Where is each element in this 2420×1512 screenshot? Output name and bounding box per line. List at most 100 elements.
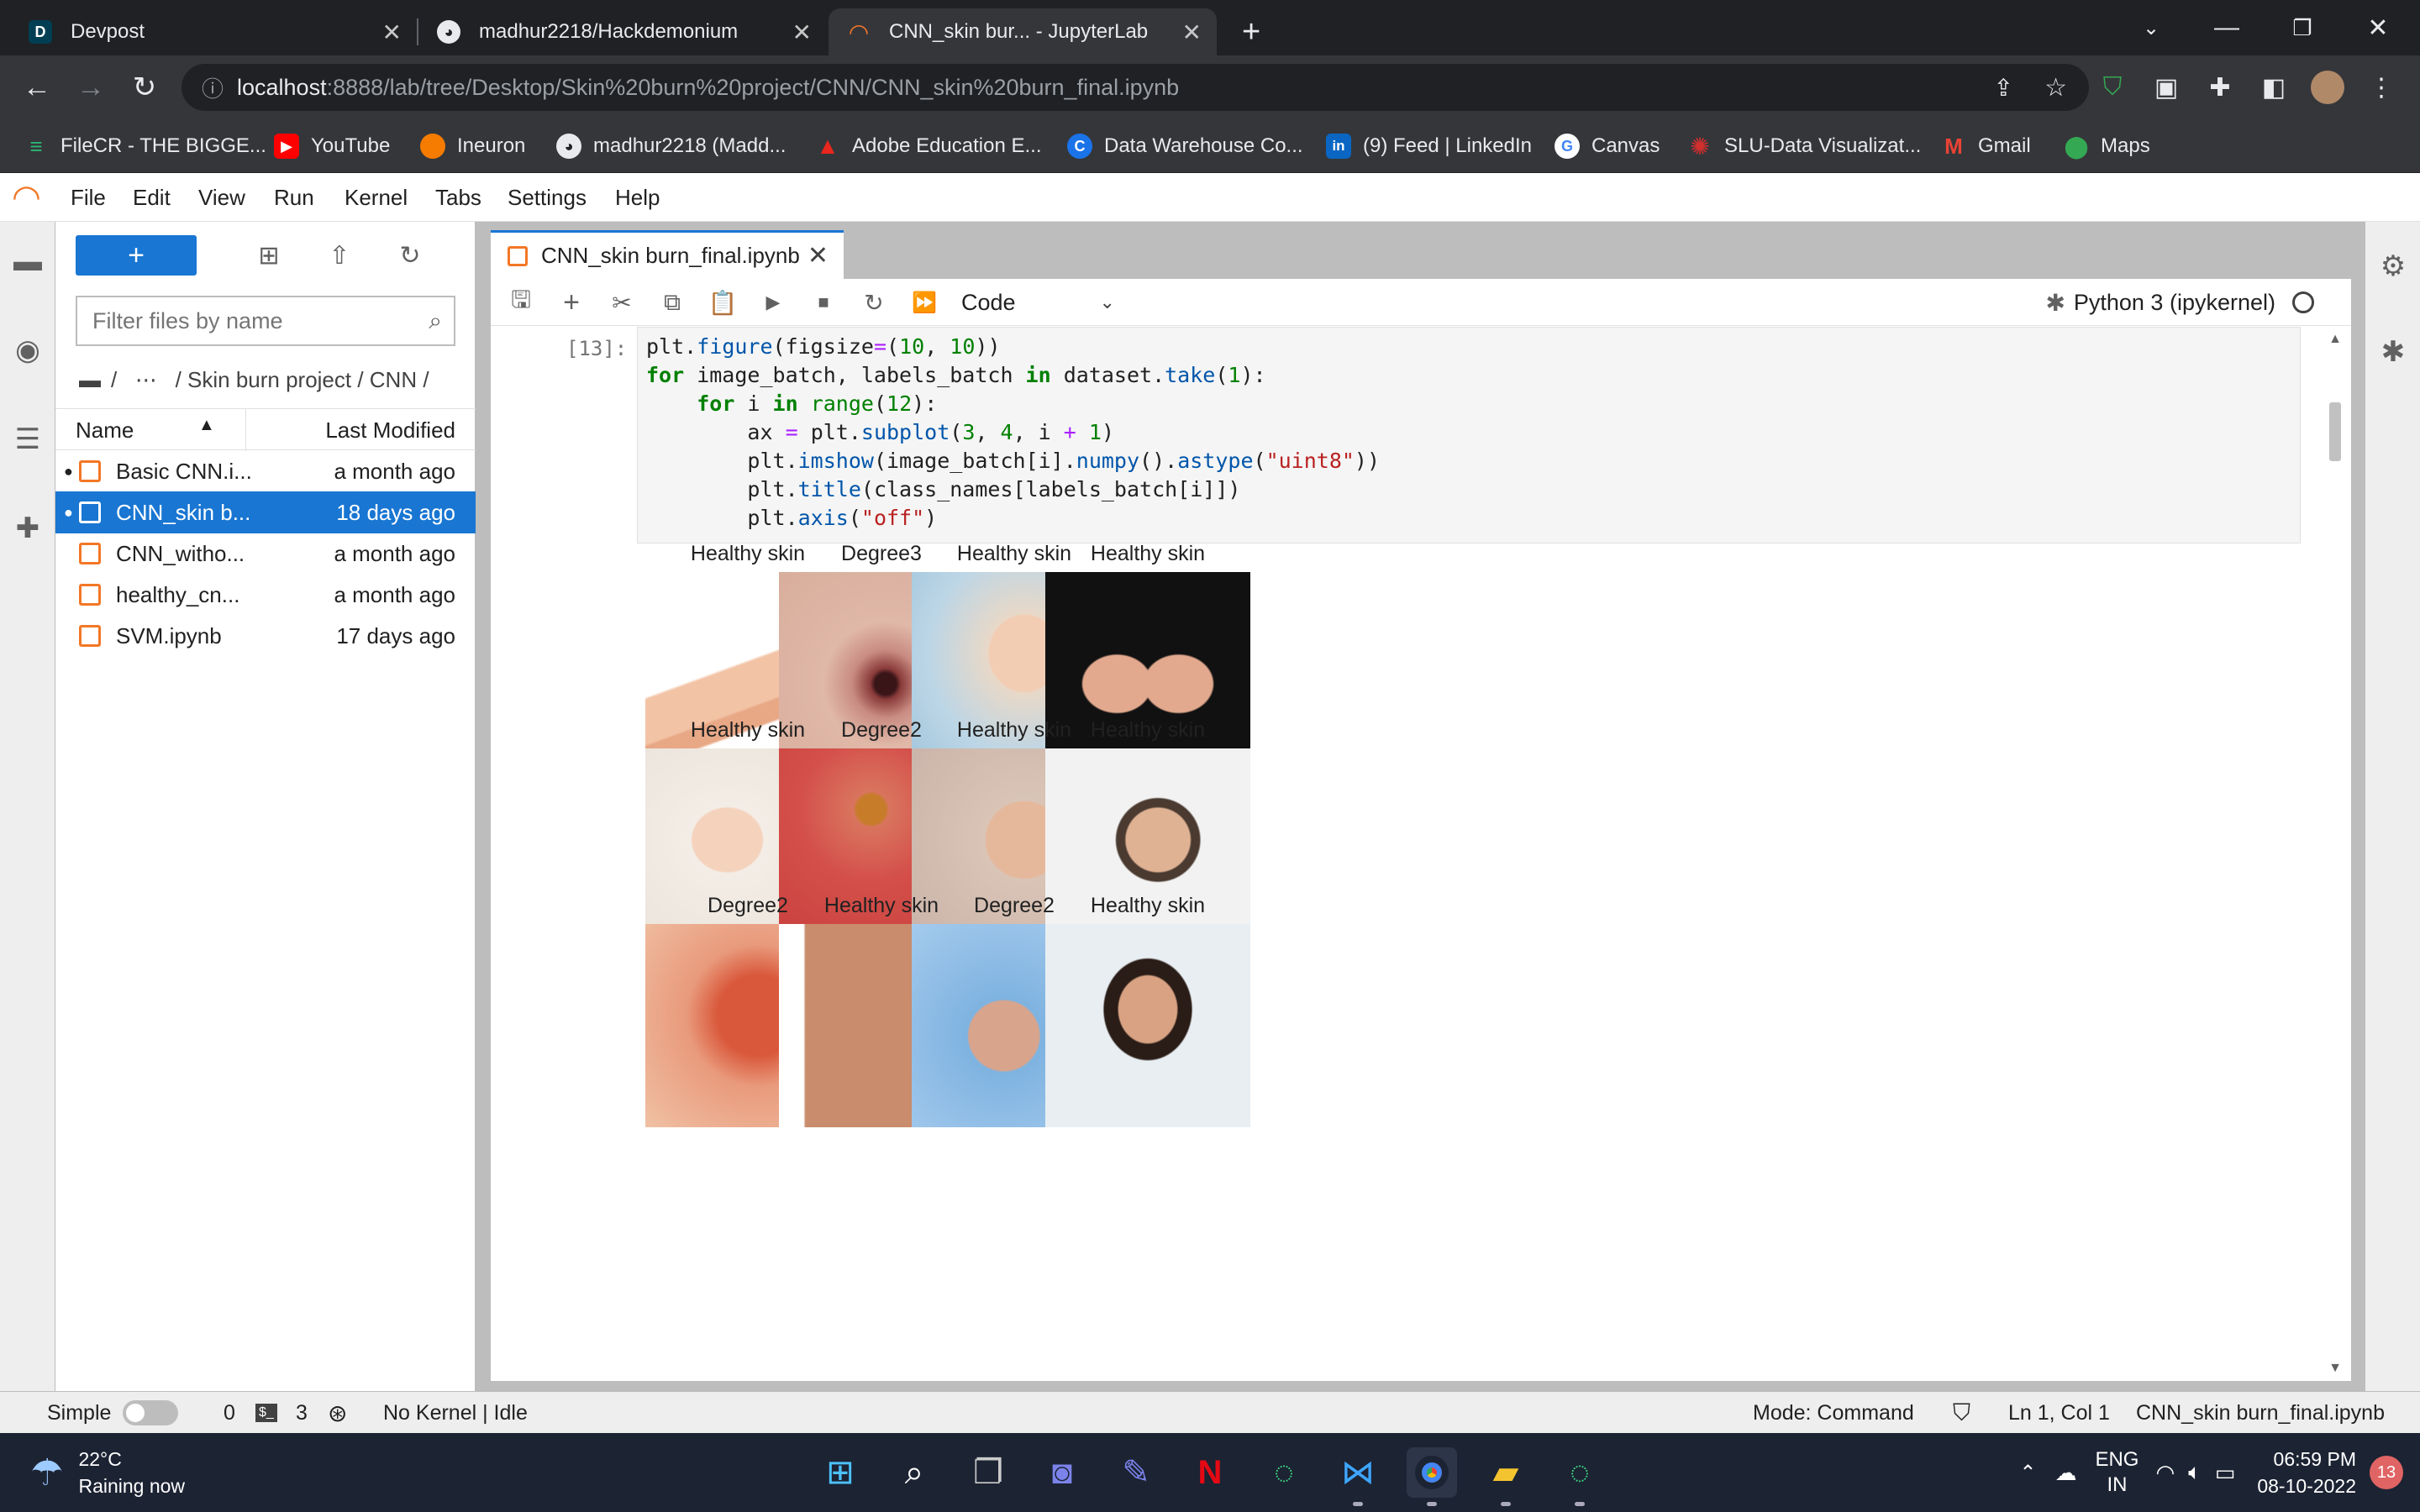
clock[interactable]: 06:59 PM 08-10-2022 (2257, 1446, 2356, 1499)
profile-avatar[interactable] (2307, 67, 2348, 108)
url-input[interactable]: ⓘ localhost:8888/lab/tree/Desktop/Skin%2… (182, 64, 2089, 111)
chrome-icon[interactable] (1407, 1447, 1457, 1506)
vertical-scrollbar[interactable]: ▲ ▼ (2326, 327, 2344, 1381)
notebook-cells[interactable]: [13]: plt.figure(figsize=(10, 10)) for im… (491, 327, 2351, 1381)
run-icon[interactable]: ▶ (753, 282, 793, 323)
file-row[interactable]: SVM.ipynb 17 days ago (55, 615, 476, 657)
fast-forward-icon[interactable]: ⏩ (904, 282, 944, 323)
menu-file[interactable]: File (71, 173, 106, 222)
file-row[interactable]: ● CNN_skin b... 18 days ago (55, 491, 476, 533)
menu-kernel[interactable]: Kernel (345, 173, 408, 222)
scrollbar-thumb[interactable] (2329, 402, 2341, 461)
file-row[interactable]: CNN_witho... a month ago (55, 533, 476, 575)
vscode-icon[interactable]: ⋈ (1333, 1447, 1383, 1506)
menu-settings[interactable]: Settings (508, 173, 587, 222)
debugger-bug-icon[interactable]: ✱ (2365, 324, 2420, 380)
language-indicator[interactable]: ENG IN (2095, 1447, 2139, 1498)
menu-kebab-icon[interactable]: ⋮ (2361, 67, 2402, 108)
menu-view[interactable]: View (198, 173, 245, 222)
forward-icon[interactable]: → (71, 67, 111, 108)
bookmark-star-icon[interactable]: ☆ (2044, 73, 2067, 102)
bookmark-item[interactable]: ≡ FileCR - THE BIGGE... (24, 119, 266, 173)
scroll-down-icon[interactable]: ▼ (2326, 1361, 2344, 1376)
stop-icon[interactable]: ■ (803, 282, 844, 323)
property-inspector-gear-icon[interactable]: ⚙ (2365, 239, 2420, 294)
close-tab-icon[interactable]: ✕ (792, 18, 812, 46)
menu-help[interactable]: Help (615, 173, 660, 222)
sort-ascending-icon[interactable]: ▲ (198, 416, 215, 435)
minimize-icon[interactable]: — (2185, 0, 2269, 55)
bookmark-item[interactable]: in (9) Feed | LinkedIn (1326, 119, 1532, 173)
browser-tab-devpost[interactable]: D Devpost ✕ (10, 8, 417, 55)
onedrive-cloud-icon[interactable]: ☁ (2054, 1460, 2076, 1486)
tab-search-icon[interactable]: ⌄ (2109, 0, 2193, 55)
anaconda-icon[interactable]: ◌ (1555, 1447, 1605, 1506)
filter-files-input[interactable]: Filter files by name ⌕ (76, 296, 455, 346)
save-icon[interactable]: 🖫 (501, 282, 541, 323)
battery-icon[interactable]: ▭ (2215, 1460, 2236, 1486)
menu-tabs[interactable]: Tabs (435, 173, 481, 222)
bookmark-item[interactable]: Ineuron (420, 119, 525, 173)
bookmark-item[interactable]: M Gmail (1941, 119, 2031, 173)
browser-tab-jupyterlab[interactable]: ◠ CNN_skin bur... - JupyterLab ✕ (829, 8, 1217, 55)
weather-widget[interactable]: ☂ 22°C Raining now (30, 1445, 185, 1500)
close-tab-icon[interactable]: ✕ (1182, 18, 1202, 46)
paste-icon[interactable]: 📋 (702, 282, 743, 323)
share-icon[interactable]: ⇪ (1994, 74, 2013, 102)
info-icon[interactable]: ⓘ (202, 72, 224, 103)
extensions-puzzle-icon[interactable]: ✚ (0, 501, 55, 556)
notification-badge[interactable]: 13 (2370, 1456, 2403, 1489)
insert-cell-icon[interactable]: + (551, 282, 592, 323)
wifi-icon[interactable]: ◠ (2155, 1460, 2175, 1486)
chat-icon[interactable]: ◙ (1037, 1447, 1087, 1498)
chevron-up-icon[interactable]: ⌃ (2019, 1461, 2036, 1485)
trusted-shield-icon[interactable]: ⛉ (1953, 1392, 1970, 1434)
close-tab-icon[interactable]: ✕ (382, 18, 402, 46)
menu-run[interactable]: Run (274, 173, 314, 222)
toggle-switch[interactable] (123, 1400, 179, 1425)
column-name-header[interactable]: Name (76, 417, 134, 444)
close-icon[interactable]: ✕ (808, 241, 829, 270)
pen-app-icon[interactable]: ✎ (1111, 1447, 1161, 1498)
running-kernels-icon[interactable]: ◉ (0, 323, 55, 378)
back-icon[interactable]: ← (17, 67, 57, 108)
file-row[interactable]: ● Basic CNN.i... a month ago (55, 450, 476, 492)
side-panel-icon[interactable]: ◧ (2254, 67, 2294, 108)
kernel-selector[interactable]: Python 3 (ipykernel) (2074, 282, 2314, 323)
folder-icon[interactable]: ▬ (79, 367, 101, 393)
bookmark-item[interactable]: ▶ YouTube (274, 119, 390, 173)
notebook-tab[interactable]: CNN_skin burn_final.ipynb ✕ (491, 230, 844, 279)
close-window-icon[interactable]: ✕ (2336, 0, 2420, 55)
bookmark-item[interactable]: ◕ madhur2218 (Madd... (556, 119, 786, 173)
bookmark-item[interactable]: ⬤ Maps (2064, 119, 2149, 173)
new-launcher-button[interactable]: + (76, 235, 197, 276)
column-modified-header[interactable]: Last Modified (325, 417, 455, 444)
puzzle-extensions-icon[interactable]: ✚ (2200, 67, 2240, 108)
bookmark-item[interactable]: ✺ SLU-Data Visualizat... (1687, 119, 1921, 173)
kernels-count[interactable]: 3 (296, 1392, 308, 1434)
kernel-status[interactable]: No Kernel | Idle (383, 1392, 528, 1434)
bookmark-item[interactable]: G Canvas (1555, 119, 1660, 173)
code-cell-editor[interactable]: plt.figure(figsize=(10, 10)) for image_ba… (637, 327, 2301, 543)
simple-mode-toggle[interactable]: Simple (47, 1392, 179, 1434)
bookmark-item[interactable]: C Data Warehouse Co... (1067, 119, 1303, 173)
folder-icon[interactable]: ▬ (0, 234, 55, 289)
cell-type-select[interactable]: Code ⌄ (961, 282, 1115, 323)
copy-icon[interactable]: ⧉ (652, 282, 692, 323)
extension-app-icon[interactable]: ▣ (2146, 67, 2186, 108)
table-of-contents-icon[interactable]: ☰ (0, 412, 55, 467)
jupyter-launcher-icon[interactable]: ◌ (1259, 1447, 1309, 1498)
restart-kernel-icon[interactable]: ↻ (854, 282, 894, 323)
browser-tab-github[interactable]: ◕ madhur2218/Hackdemonium ✕ (418, 8, 827, 55)
cut-icon[interactable]: ✂ (602, 282, 642, 323)
refresh-icon[interactable]: ↻ (390, 235, 430, 276)
scroll-up-icon[interactable]: ▲ (2326, 332, 2344, 347)
debugger-bug-icon[interactable]: ✱ (2046, 282, 2065, 323)
file-row[interactable]: healthy_cn... a month ago (55, 574, 476, 616)
menu-edit[interactable]: Edit (133, 173, 171, 222)
new-folder-icon[interactable]: ⊞ (249, 235, 289, 276)
cursor-position[interactable]: Ln 1, Col 1 (2008, 1392, 2110, 1434)
terminals-count[interactable]: 0 (224, 1392, 235, 1434)
search-icon[interactable]: ⌕ (889, 1447, 939, 1498)
restore-icon[interactable]: ❐ (2260, 0, 2344, 55)
